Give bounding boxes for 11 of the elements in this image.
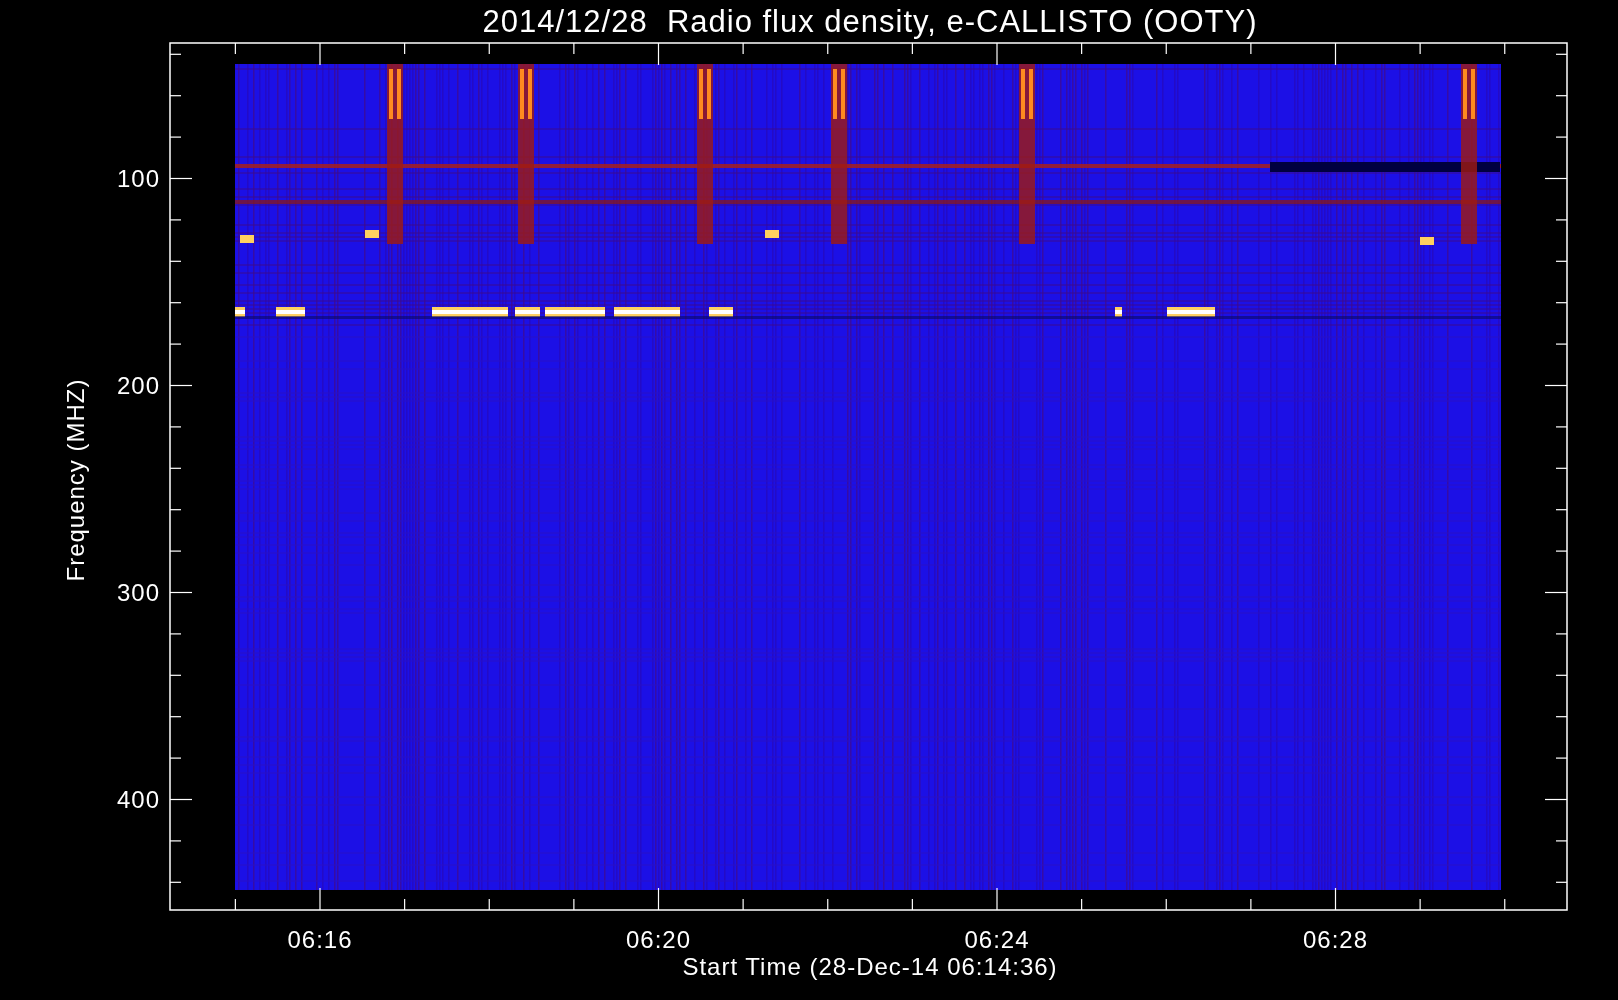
y-tick-label: 100 [116, 165, 160, 192]
y-tick-label: 400 [116, 786, 160, 813]
y-tick-label: 200 [116, 372, 160, 399]
y-tick-label: 300 [116, 579, 160, 606]
y-axis-label: Frequency (MHZ) [62, 378, 89, 582]
chart-title: 2014/12/28 Radio flux density, e-CALLISTO (OOTY) [482, 4, 1258, 39]
x-tick-label: 06:20 [625, 926, 692, 953]
x-tick-label: 06:16 [287, 926, 353, 953]
x-tick-label: 06:28 [1302, 926, 1369, 953]
x-axis-label: Start Time (28-Dec-14 06:14:36) [682, 953, 1058, 980]
x-tick-label: 06:24 [964, 926, 1030, 953]
